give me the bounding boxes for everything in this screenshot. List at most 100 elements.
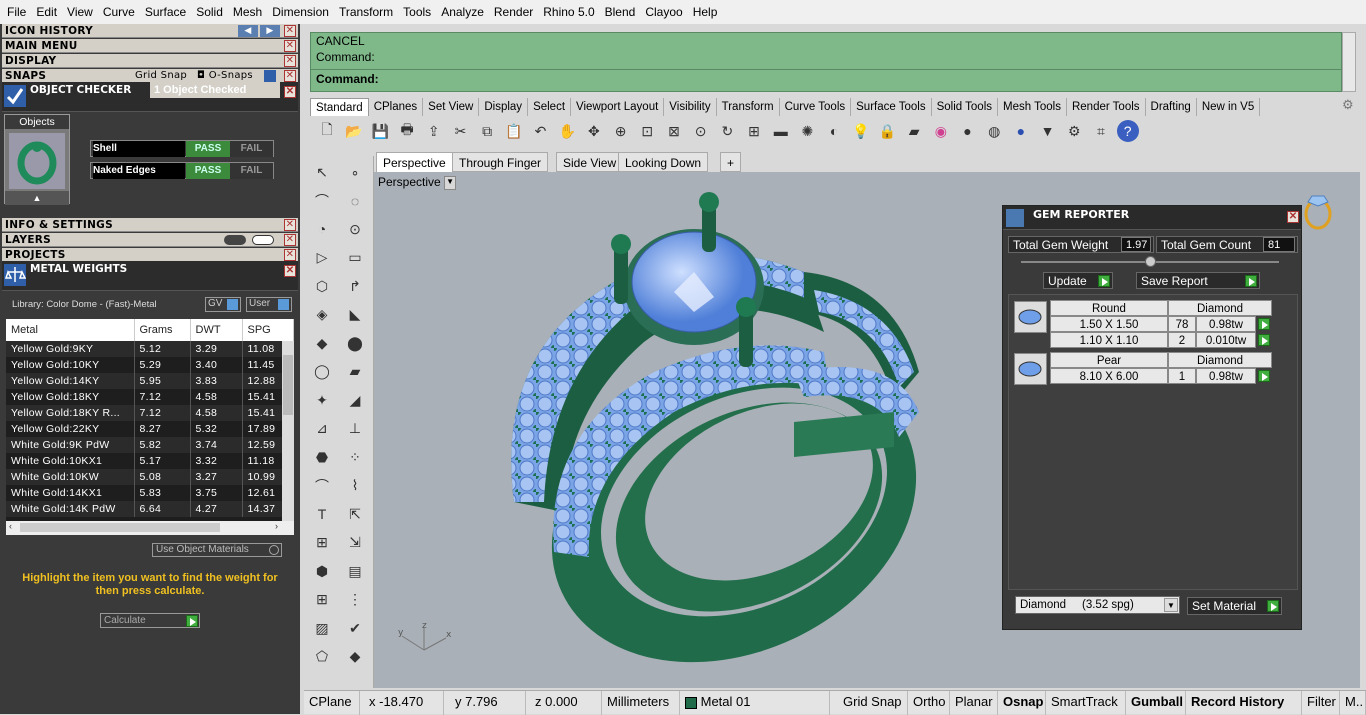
toolbar-tab[interactable]: Solid Tools [932,98,998,116]
toolbar-tab[interactable]: Mesh Tools [998,98,1067,116]
menu-item[interactable]: Blend [600,5,641,19]
close-icon[interactable]: ✕ [284,265,296,277]
undo-icon[interactable]: ↶ [530,120,552,142]
menu-item[interactable]: Curve [98,5,140,19]
update-button[interactable]: Update [1043,272,1113,289]
side-tool-icon[interactable]: ↖ [310,160,334,184]
go-arrow-icon[interactable] [1258,318,1270,330]
toolbar-tab[interactable]: Drafting [1146,98,1197,116]
side-tool-icon[interactable]: T [310,502,334,526]
viewport-tab[interactable]: Through Finger [452,152,549,172]
side-tool-icon[interactable]: ▭ [343,246,367,270]
set-material-button[interactable]: Set Material [1187,597,1282,615]
side-tool-icon[interactable]: ◈ [310,303,334,327]
o-snaps-toggle[interactable]: ◘ O-Snaps [197,69,253,83]
table-row[interactable]: Yellow Gold:18KY 7.12 4.58 15.41 [6,389,294,405]
close-icon[interactable]: ✕ [284,219,296,231]
menu-item[interactable]: Tools [398,5,436,19]
table-row[interactable]: White Gold:10KW 5.08 3.27 10.99 [6,469,294,485]
pan-icon[interactable]: ✋ [556,120,578,142]
close-icon[interactable]: ✕ [284,234,296,246]
menu-item[interactable]: View [62,5,98,19]
gear-icon[interactable]: ⚙ [1342,97,1354,113]
table-vertical-scrollbar[interactable] [282,341,294,521]
user-toggle[interactable]: User [246,297,292,312]
toolbar-tab[interactable]: Set View [423,98,480,116]
viewport-tab[interactable]: Side View [556,152,624,172]
info-settings-header[interactable]: INFO & SETTINGS ✕ [2,218,298,232]
close-icon[interactable]: ✕ [284,40,296,52]
menu-item[interactable]: File [2,5,31,19]
command-prompt-input[interactable]: Command: [311,69,1341,88]
osnap-toggle[interactable]: Osnap [998,691,1046,715]
display-header[interactable]: DISPLAY ✕ [2,54,298,68]
pear-gem-thumbnail[interactable] [1014,353,1047,385]
cplane-icon[interactable]: ◐ [823,120,845,142]
gv-toggle[interactable]: GV [205,297,241,312]
menu-item[interactable]: Rhino 5.0 [538,5,599,19]
grid-snap-toggle[interactable]: Grid Snap [135,69,187,83]
menu-item[interactable]: Surface [140,5,191,19]
side-tool-icon[interactable]: ▤ [343,559,367,583]
go-arrow-icon[interactable] [1258,370,1270,382]
toolbar-tab[interactable]: Curve Tools [780,98,852,116]
snap-icon[interactable]: ⌗ [1090,120,1112,142]
side-tool-icon[interactable]: ◯ [310,360,334,384]
toolbar-tab[interactable]: Render Tools [1067,98,1146,116]
filter-toggle[interactable]: Filter [1302,691,1340,715]
column-header-metal[interactable]: Metal [6,319,135,341]
zoom-window-icon[interactable]: ⊡ [636,120,658,142]
side-tool-icon[interactable]: ▰ [343,360,367,384]
side-tool-icon[interactable]: ⊞ [310,531,334,555]
side-tool-icon[interactable]: ⁘ [343,445,367,469]
side-tool-icon[interactable]: ⌇ [343,474,367,498]
side-tool-icon[interactable]: ✔ [343,616,367,640]
side-tool-icon[interactable]: ▨ [310,616,334,640]
side-tool-icon[interactable]: ⬤ [343,331,367,355]
main-menu-header[interactable]: MAIN MENU ✕ [2,39,298,53]
lamp-icon[interactable]: ▼ [1037,120,1059,142]
menu-item[interactable]: Clayoo [640,5,687,19]
table-row[interactable]: White Gold:14K PdW 6.64 4.27 14.37 [6,501,294,517]
menu-item[interactable]: Analyze [436,5,489,19]
table-horizontal-scrollbar[interactable]: ‹ › [6,521,294,535]
lock-icon[interactable]: 🔒 [876,120,898,142]
gear-icon[interactable]: ⚙ [1063,120,1085,142]
more-status[interactable]: M.. [1340,691,1366,715]
viewport-tab[interactable]: Looking Down [618,152,709,172]
layers-icon[interactable]: ▰ [903,120,925,142]
material-select[interactable]: Diamond (3.52 spg) ▼ [1015,596,1180,614]
sphere-blue-icon[interactable]: ● [1010,120,1032,142]
column-header-grams[interactable]: Grams [134,319,191,341]
toolbar-tab[interactable]: Visibility [664,98,717,116]
side-tool-icon[interactable]: ⌒ [310,474,334,498]
save-icon[interactable]: 💾 [369,120,391,142]
side-tool-icon[interactable]: ↱ [343,274,367,298]
viewport-tab[interactable]: Perspective [376,152,453,172]
menu-item[interactable]: Render [489,5,538,19]
viewport-label[interactable]: Perspective ▼ [378,175,457,190]
import-icon[interactable]: ⇪ [423,120,445,142]
side-tool-icon[interactable]: ⊿ [310,417,334,441]
close-icon[interactable]: ✕ [284,25,296,37]
units-status[interactable]: Millimeters [602,691,680,715]
side-tool-icon[interactable]: ◢ [343,388,367,412]
toolbar-tab[interactable]: New in V5 [1197,98,1261,116]
side-tool-icon[interactable]: ⬡ [310,274,334,298]
collapse-arrow-icon[interactable]: ▲ [5,191,69,205]
paste-icon[interactable]: 📋 [503,120,525,142]
new-icon[interactable]: 🗋 [316,120,338,142]
round-gem-thumbnail[interactable] [1014,301,1047,333]
side-tool-icon[interactable]: ⊥ [343,417,367,441]
four-views-icon[interactable]: ⊞ [743,120,765,142]
layers-header[interactable]: LAYERS ✕ [2,233,298,247]
car-icon[interactable]: ▬ [770,120,792,142]
toolbar-tab[interactable]: Surface Tools [851,98,932,116]
use-object-materials-checkbox[interactable]: Use Object Materials [152,543,282,557]
cplane-status[interactable]: CPlane [304,691,360,715]
grid-snap-toggle[interactable]: Grid Snap [838,691,908,715]
toolbar-tab[interactable]: Standard [310,98,369,116]
close-icon[interactable]: ✕ [284,86,296,98]
command-scrollbar[interactable] [1342,32,1356,92]
side-tool-icon[interactable]: ⌒ [310,189,334,213]
